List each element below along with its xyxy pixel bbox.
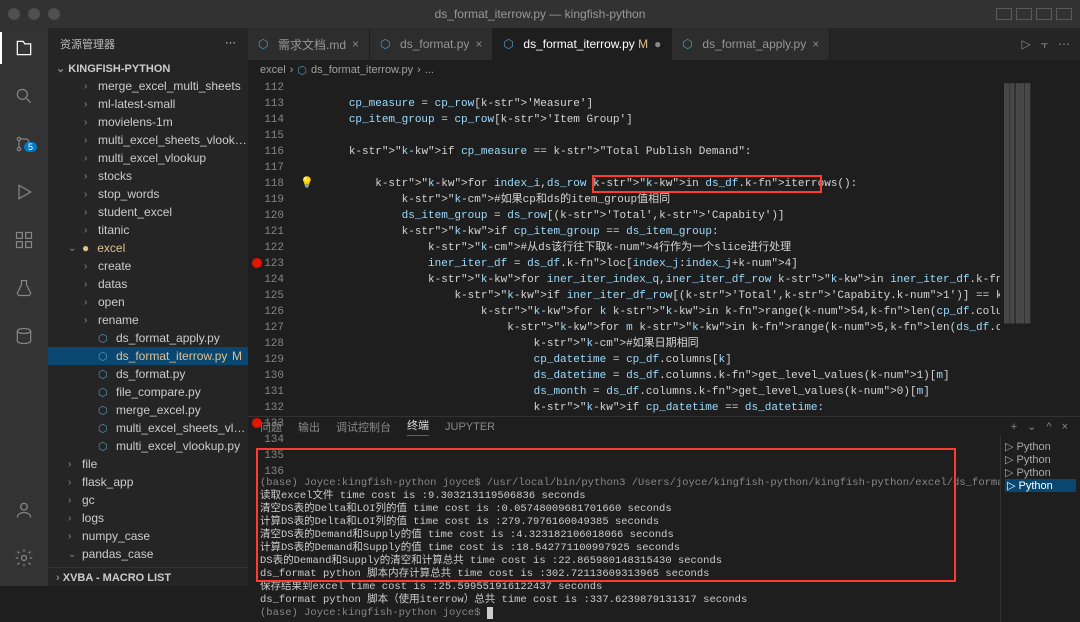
minimap[interactable]: ████ ███ ██████ ████ ████ ███ ██████ ███…	[1000, 80, 1080, 416]
file-tree[interactable]: ›merge_excel_multi_sheets›ml-latest-smal…	[48, 77, 248, 567]
close-tab-icon[interactable]: ×	[812, 37, 819, 51]
file-item[interactable]: ⬡multi_excel_vlookup.py	[48, 437, 248, 455]
panel-tab-输出[interactable]: 输出	[298, 419, 320, 435]
window-controls[interactable]	[8, 8, 60, 20]
line-gutter: 112 113 114 115 116 117 118 119 120 121 …	[248, 80, 296, 416]
terminal-line: 计算DS表的Delta和LOI列的值 time cost is :279.797…	[260, 516, 988, 529]
window-title: ds_format_iterrow.py — kingfish-python	[435, 7, 646, 21]
file-item[interactable]: ⬡multi_excel_sheets_vlookup.py	[48, 419, 248, 437]
folder-item[interactable]: ›logs	[48, 509, 248, 527]
terminal-line: ds_format python 脚本（使用iterrow）总共 time co…	[260, 594, 988, 607]
file-item[interactable]: ⬡ds_format.py	[48, 365, 248, 383]
panel-tab-JUPYTER[interactable]: JUPYTER	[445, 421, 495, 433]
terminal-session[interactable]: ▷ Python	[1005, 479, 1076, 492]
account-icon[interactable]	[12, 498, 36, 522]
settings-icon[interactable]	[12, 546, 36, 570]
terminal-session[interactable]: ▷ Python	[1005, 466, 1076, 479]
terminal-dropdown-icon[interactable]: ⌄	[1027, 420, 1036, 433]
project-name: KINGFISH-PYTHON	[68, 63, 170, 75]
close-panel-icon[interactable]: ×	[1062, 421, 1068, 433]
folder-item[interactable]: ›stocks	[48, 167, 248, 185]
lightbulb-icon[interactable]: 💡	[300, 176, 314, 189]
sidebar-title: 资源管理器	[60, 36, 115, 52]
folder-item[interactable]: ›ml-latest-small	[48, 95, 248, 113]
close-tab-icon[interactable]: ×	[475, 37, 482, 51]
explorer-icon[interactable]	[12, 36, 36, 60]
close-tab-icon[interactable]: ●	[654, 37, 661, 51]
new-terminal-icon[interactable]: +	[1011, 421, 1017, 433]
run-icon[interactable]: ▷	[1021, 37, 1030, 51]
folder-item[interactable]: ›open	[48, 293, 248, 311]
folder-item[interactable]: ›multi_excel_vlookup	[48, 149, 248, 167]
terminal-line: 读取excel文件 time cost is :9.30321311950683…	[260, 490, 988, 503]
sidebar: 资源管理器⋯ ⌄ KINGFISH-PYTHON ›merge_excel_mu…	[48, 28, 248, 586]
folder-item[interactable]: ›datas	[48, 275, 248, 293]
tab-ds_format_iterrow-py[interactable]: ⬡ds_format_iterrow.py M●	[493, 28, 672, 60]
editor[interactable]: 112 113 114 115 116 117 118 119 120 121 …	[248, 80, 1080, 416]
sidebar-more-icon[interactable]: ⋯	[225, 36, 236, 52]
panel-tab-调试控制台[interactable]: 调试控制台	[336, 419, 391, 435]
panel-tab-终端[interactable]: 终端	[407, 417, 429, 436]
terminal-line: 计算DS表的Demand和Supply的值 time cost is :18.5…	[260, 542, 988, 555]
macro-section: XVBA - MACRO LIST	[63, 572, 171, 584]
folder-item[interactable]: ›multi_excel_sheets_vlookup	[48, 131, 248, 149]
extensions-icon[interactable]	[12, 228, 36, 252]
titlebar: ds_format_iterrow.py — kingfish-python	[0, 0, 1080, 28]
panel-tabs: 问题输出调试控制台终端JUPYTER + ⌄ ^ ×	[248, 417, 1080, 436]
terminal-session[interactable]: ▷ Python	[1005, 453, 1076, 466]
folder-item[interactable]: ›file	[48, 455, 248, 473]
bottom-panel: 问题输出调试控制台终端JUPYTER + ⌄ ^ × (base) Joyce:…	[248, 416, 1080, 586]
activity-bar: 5	[0, 28, 48, 586]
tab-ds_format_apply-py[interactable]: ⬡ds_format_apply.py×	[672, 28, 830, 60]
folder-item[interactable]: ›stop_words	[48, 185, 248, 203]
tab--md[interactable]: ⬡需求文档.md×	[248, 28, 370, 60]
tab-ds_format-py[interactable]: ⬡ds_format.py×	[370, 28, 493, 60]
terminal-session[interactable]: ▷ Python	[1005, 440, 1076, 453]
breadcrumb[interactable]: excel› ⬡ds_format_iterrow.py› ...	[248, 60, 1080, 80]
source-control-icon[interactable]: 5	[12, 132, 36, 156]
folder-item[interactable]: ⌄pandas_case	[48, 545, 248, 563]
terminal-line: (base) Joyce:kingfish-python joyce$	[260, 607, 988, 620]
folder-item[interactable]: ›flask_app	[48, 473, 248, 491]
database-icon[interactable]	[12, 324, 36, 348]
maximize-panel-icon[interactable]: ^	[1046, 421, 1051, 433]
terminal-line: 保存结果到excel time cost is :25.599551916122…	[260, 581, 988, 594]
terminal-output[interactable]: (base) Joyce:kingfish-python joyce$ /usr…	[248, 436, 1000, 622]
test-icon[interactable]	[12, 276, 36, 300]
file-item[interactable]: ⬡ds_format_iterrow.pyM	[48, 347, 248, 365]
folder-item[interactable]: ›gc	[48, 491, 248, 509]
breakpoint-icon[interactable]	[252, 418, 262, 428]
run-debug-icon[interactable]	[12, 180, 36, 204]
breakpoint-icon[interactable]	[252, 258, 262, 268]
file-item[interactable]: ⬡file_compare.py	[48, 383, 248, 401]
file-item[interactable]: ⬡merge_excel.py	[48, 401, 248, 419]
terminal-line: ds_format python 脚本内存计算总共 time cost is :…	[260, 568, 988, 581]
folder-item[interactable]: ⌄●excel	[48, 239, 248, 257]
folder-item[interactable]: ›merge_excel_multi_sheets	[48, 77, 248, 95]
folder-item[interactable]: ›rename	[48, 311, 248, 329]
close-tab-icon[interactable]: ×	[352, 37, 359, 51]
folder-item[interactable]: ›student_excel	[48, 203, 248, 221]
file-item[interactable]: ⬡ds_format_apply.py	[48, 329, 248, 347]
tab-bar: ⬡需求文档.md×⬡ds_format.py×⬡ds_format_iterro…	[248, 28, 1080, 60]
folder-item[interactable]: ›create	[48, 257, 248, 275]
folder-item[interactable]: ›movielens-1m	[48, 113, 248, 131]
layout-controls[interactable]	[996, 8, 1072, 20]
folder-item[interactable]: ›titanic	[48, 221, 248, 239]
folder-item[interactable]: ›numpy_case	[48, 527, 248, 545]
search-icon[interactable]	[12, 84, 36, 108]
terminal-line: 清空DS表的Delta和LOI列的值 time cost is :0.05748…	[260, 503, 988, 516]
terminal-list[interactable]: ▷ Python▷ Python▷ Python▷ Python	[1000, 436, 1080, 622]
split-editor-icon[interactable]: ⫟	[1041, 37, 1048, 52]
terminal-line: DS表的Demand和Supply的清空和计算总共 time cost is :…	[260, 555, 988, 568]
more-actions-icon[interactable]: ⋯	[1058, 37, 1070, 51]
terminal-line: (base) Joyce:kingfish-python joyce$ /usr…	[260, 477, 988, 490]
code-content[interactable]: cp_measure = cp_row[k-str">'Measure'] cp…	[296, 80, 1000, 416]
terminal-line: 清空DS表的Demand和Supply的值 time cost is :4.32…	[260, 529, 988, 542]
